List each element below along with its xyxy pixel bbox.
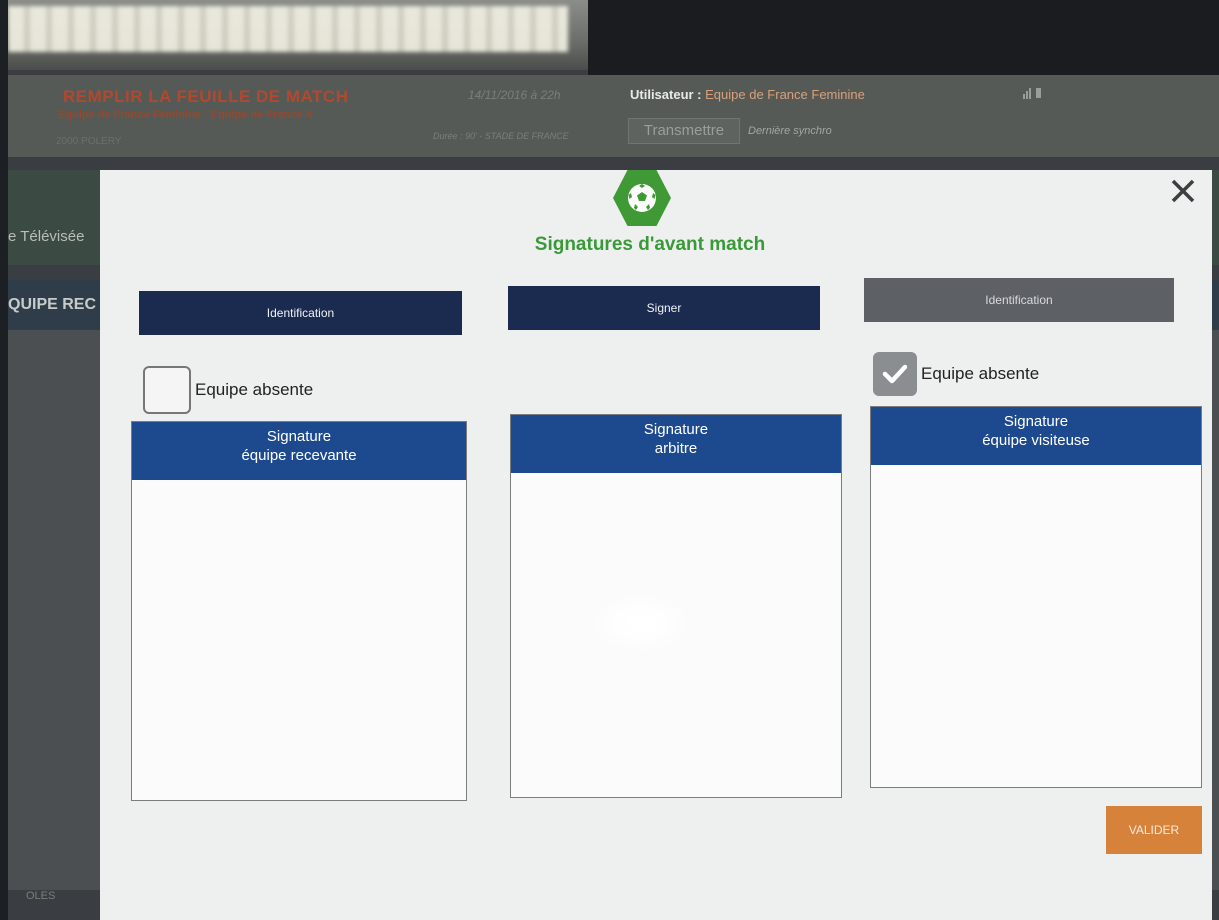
home-signature-area[interactable] <box>132 480 466 800</box>
user-label: Utilisateur : <box>630 87 702 102</box>
user-name: Equipe de France Feminine <box>705 87 865 102</box>
signatures-modal: Signatures d'avant match Identification … <box>100 170 1212 920</box>
match-date: 14/11/2016 à 22h <box>468 88 561 102</box>
home-absent-row: Equipe absente <box>143 366 313 414</box>
home-identification-button[interactable]: Identification <box>139 291 462 335</box>
match-city: 2000 POLERY <box>56 136 122 147</box>
away-signature-header: Signature équipe visiteuse <box>871 407 1201 465</box>
referee-signature-header: Signature arbitre <box>511 415 841 473</box>
referee-signature-line2: arbitre <box>654 440 698 457</box>
page-title: REMPLIR LA FEUILLE DE MATCH <box>63 87 349 106</box>
away-absent-row: Equipe absente <box>873 352 1039 396</box>
match-teams: Equipe de France Féminine - Equipe de Fr… <box>58 109 314 121</box>
bg-televise-label: e Télévisée <box>8 228 85 245</box>
transmit-button[interactable]: Transmettre <box>628 118 740 144</box>
football-icon <box>613 170 671 226</box>
ceiling-light-glare <box>8 0 588 70</box>
home-absent-label: Equipe absente <box>195 380 314 399</box>
away-absent-checkbox[interactable] <box>873 352 917 396</box>
referee-signature-line1: Signature <box>643 421 709 438</box>
screen-bezel <box>588 0 1219 75</box>
validate-button[interactable]: VALIDER <box>1106 806 1202 854</box>
app-header: REMPLIR LA FEUILLE DE MATCH Equipe de Fr… <box>8 75 1219 157</box>
away-signature-line1: Signature <box>1003 413 1069 430</box>
screen-glare <box>591 593 691 653</box>
home-absent-checkbox[interactable] <box>143 366 191 414</box>
signal-icon <box>1023 87 1045 102</box>
referee-signature-pad[interactable]: Signature arbitre <box>510 414 842 798</box>
home-signature-pad[interactable]: Signature équipe recevante <box>131 421 467 801</box>
referee-sign-button[interactable]: Signer <box>508 286 820 330</box>
home-signature-line1: Signature <box>266 428 332 445</box>
away-signature-pad[interactable]: Signature équipe visiteuse <box>870 406 1202 788</box>
home-signature-line2: équipe recevante <box>241 447 357 464</box>
check-icon <box>882 364 908 384</box>
referee-signature-area[interactable] <box>511 473 841 797</box>
modal-title: Signatures d'avant match <box>534 234 766 255</box>
away-absent-label: Equipe absente <box>921 364 1040 383</box>
away-signature-area[interactable] <box>871 465 1201 787</box>
home-signature-header: Signature équipe recevante <box>132 422 466 480</box>
last-sync: Dernière synchro <box>748 125 832 137</box>
away-signature-line2: équipe visiteuse <box>982 432 1090 449</box>
match-details: Durée : 90' - STADE DE FRANCE <box>433 131 569 141</box>
bg-bottom-label: OLES <box>26 890 56 902</box>
user-info: Utilisateur : Equipe de France Feminine <box>630 87 865 102</box>
bg-equipe-label: QUIPE REC <box>8 296 97 313</box>
away-identification-button[interactable]: Identification <box>864 278 1174 322</box>
close-icon[interactable] <box>1168 176 1198 206</box>
